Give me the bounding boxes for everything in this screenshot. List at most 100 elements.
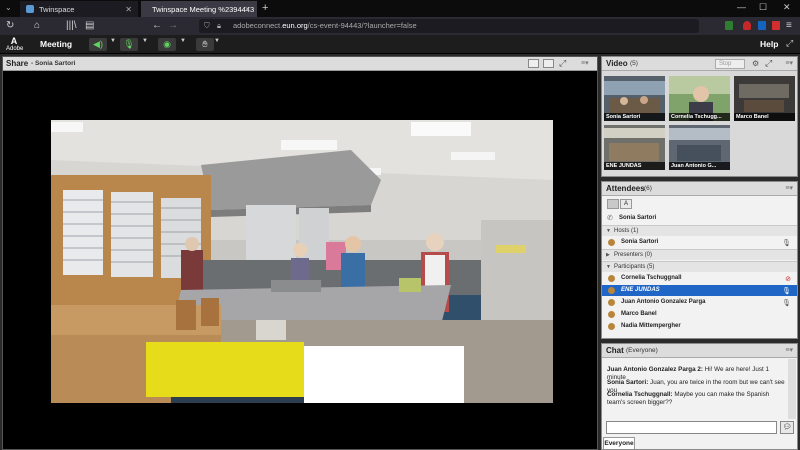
muted-microphone-icon: ⊘ bbox=[785, 276, 791, 283]
webcam-button[interactable]: ◉ bbox=[158, 38, 176, 51]
chat-tab-everyone[interactable]: Everyone bbox=[603, 437, 635, 449]
expand-triangle-icon: ▼ bbox=[606, 264, 611, 270]
video-thumbnail[interactable]: Sonia Sartori bbox=[604, 76, 665, 121]
send-message-button[interactable]: 💬︎ bbox=[780, 421, 794, 434]
share-pod-title: Share bbox=[6, 59, 29, 68]
help-menu[interactable]: Help bbox=[760, 39, 778, 49]
attendee-row[interactable]: Juan Antonio Gonzalez Parga 🎙︎ bbox=[602, 297, 797, 308]
sort-icon[interactable]: A bbox=[620, 199, 632, 209]
close-tab-icon[interactable]: ✕ bbox=[125, 5, 132, 14]
close-window-icon[interactable]: ✕ bbox=[783, 2, 791, 13]
browser-tab-twinspace[interactable]: Twinspace ✕ bbox=[20, 1, 138, 17]
view-mode-icon[interactable] bbox=[528, 59, 539, 68]
attendee-name: Cornelia Tschuggnall bbox=[621, 275, 682, 281]
video-expand-icon[interactable]: ⤢ bbox=[765, 58, 772, 69]
minimize-window-icon[interactable]: — bbox=[737, 2, 746, 12]
share-pod-header: Share - Sonia Sartori ⤢ ≡▾ bbox=[3, 57, 597, 71]
back-icon[interactable]: ← bbox=[152, 19, 162, 33]
extension-red-square-icon[interactable] bbox=[772, 21, 780, 30]
new-tab-icon[interactable]: + bbox=[262, 2, 268, 14]
tab-title: Twinspace Meeting %2394443 bbox=[152, 4, 255, 14]
chat-sender: Cornelia Tschuggnall: bbox=[607, 391, 673, 398]
tab-title: Twinspace bbox=[39, 4, 75, 14]
microphone-dropdown-icon[interactable]: ▼ bbox=[142, 38, 148, 44]
microphone-status-icon: 🎙︎ bbox=[782, 300, 791, 307]
tab-list-icon[interactable]: ⌄ bbox=[5, 3, 12, 12]
chat-input[interactable] bbox=[606, 421, 777, 434]
kitchen-classroom-image bbox=[51, 120, 553, 403]
attendee-row-selected[interactable]: ENE JUNDAS 🎙︎ bbox=[602, 285, 797, 296]
attendee-row[interactable]: Nadia Mittempergher bbox=[602, 321, 797, 332]
extension-green-icon[interactable] bbox=[725, 21, 733, 30]
list-view-icon[interactable] bbox=[607, 199, 619, 209]
fit-screen-icon[interactable] bbox=[543, 59, 554, 68]
fullscreen-icon[interactable]: ⤢ bbox=[786, 38, 793, 49]
maximize-window-icon[interactable]: ☐ bbox=[759, 2, 767, 13]
home-icon[interactable]: ⌂ bbox=[34, 19, 40, 33]
speaker-dropdown-icon[interactable]: ▼ bbox=[110, 38, 116, 44]
video-pod-menu-icon[interactable]: ≡▾ bbox=[785, 59, 793, 67]
microphone-button[interactable]: 🎙︎ bbox=[120, 38, 138, 51]
pod-menu-icon[interactable]: ≡▾ bbox=[581, 59, 589, 67]
my-name: Sonia Sartori bbox=[619, 215, 657, 221]
host-user-icon bbox=[608, 239, 615, 246]
raise-hand-button[interactable]: ✋︎ bbox=[196, 38, 214, 51]
video-thumbnail[interactable]: Marco Banel bbox=[734, 76, 795, 121]
video-thumbnail-label: Juan Antonio G... bbox=[669, 162, 730, 170]
video-pod: Video (5) Stop ⚙︎ ⤢ ≡▾ Sonia Sartori Cor… bbox=[601, 56, 798, 177]
video-count: (5) bbox=[630, 60, 638, 67]
microphone-status-icon: 🎙︎ bbox=[782, 288, 791, 295]
status-dropdown-icon[interactable]: ▼ bbox=[214, 38, 220, 44]
raise-hand-icon: ✋︎ bbox=[202, 39, 208, 49]
extension-red-icon[interactable] bbox=[743, 21, 751, 30]
video-thumbnail[interactable]: Juan Antonio G... bbox=[669, 125, 730, 170]
hosts-section[interactable]: ▼ Hosts (1) bbox=[602, 225, 797, 236]
chat-pod-menu-icon[interactable]: ≡▾ bbox=[785, 346, 793, 354]
browser-tab-meeting[interactable]: Twinspace Meeting %2394443 ✕ bbox=[141, 1, 257, 17]
expand-icon[interactable]: ⤢ bbox=[559, 58, 566, 69]
video-thumbnail[interactable]: ENE JUNDAS bbox=[604, 125, 665, 170]
close-tab-icon[interactable]: ✕ bbox=[244, 5, 251, 14]
meeting-menu[interactable]: Meeting bbox=[40, 39, 72, 49]
participant-user-icon bbox=[608, 311, 615, 318]
phone-icon: ✆ bbox=[607, 215, 613, 222]
forward-icon[interactable]: → bbox=[168, 19, 178, 33]
video-pod-header: Video (5) Stop ⚙︎ ⤢ ≡▾ bbox=[602, 57, 797, 71]
participants-section[interactable]: ▼ Participants (5) bbox=[602, 261, 797, 272]
browser-nav-bar: ↻ ⌂ |||\ ▤ ← → ⛉ 🔒︎ adobeconnect.eun.org… bbox=[0, 17, 800, 35]
twinspace-favicon-icon bbox=[26, 5, 34, 13]
participant-user-icon bbox=[608, 323, 615, 330]
video-thumbnail[interactable]: Cornelia Tschugg... bbox=[669, 76, 730, 121]
attendee-name: Nadia Mittempergher bbox=[621, 323, 681, 329]
print-icon[interactable]: ▤ bbox=[85, 19, 94, 33]
stop-video-button[interactable]: Stop bbox=[715, 59, 745, 69]
address-bar[interactable]: ⛉ 🔒︎ adobeconnect.eun.org/cs-event-94443… bbox=[199, 19, 699, 33]
participant-user-icon bbox=[608, 299, 615, 306]
extension-blue-icon[interactable] bbox=[758, 21, 766, 30]
attendees-pod-menu-icon[interactable]: ≡▾ bbox=[785, 184, 793, 192]
attendee-row[interactable]: Marco Banel bbox=[602, 309, 797, 320]
speech-bubble-icon: 💬︎ bbox=[782, 424, 792, 431]
video-settings-icon[interactable]: ⚙︎ bbox=[752, 59, 759, 68]
attendees-pod: Attendees (6) ≡▾ A ✆ Sonia Sartori ▼ Hos… bbox=[601, 181, 798, 339]
bookmarks-icon[interactable]: |||\ bbox=[66, 19, 77, 33]
chat-pod: Chat (Everyone) ≡▾ Juan Antonio Gonzalez… bbox=[601, 343, 798, 450]
connect-menu-bar: A Adobe Meeting ◀) ▼ 🎙︎ ▼ ◉ ▼ ✋︎ ▼ Help … bbox=[0, 35, 800, 54]
video-thumbnail-label: Marco Banel bbox=[734, 113, 795, 121]
speaker-button[interactable]: ◀) bbox=[89, 38, 107, 51]
attendee-row[interactable]: Sonia Sartori 🎙︎ bbox=[602, 237, 797, 248]
my-status-row[interactable]: ✆ Sonia Sartori bbox=[602, 213, 797, 224]
attendee-row[interactable]: Cornelia Tschuggnall ⊘ bbox=[602, 273, 797, 284]
reload-icon[interactable]: ↻ bbox=[6, 19, 14, 33]
presenters-section[interactable]: ▶ Presenters (0) bbox=[602, 249, 797, 260]
shield-icon[interactable]: ⛉ bbox=[204, 19, 210, 33]
chat-scrollbar[interactable] bbox=[788, 359, 796, 419]
lock-icon[interactable]: 🔒︎ bbox=[217, 19, 221, 33]
app-menu-icon[interactable]: ≡ bbox=[786, 19, 792, 33]
hosts-label: Hosts (1) bbox=[614, 228, 639, 234]
adobe-logo: A Adobe bbox=[6, 36, 23, 53]
shared-video-frame bbox=[51, 120, 553, 403]
chat-message: Cornelia Tschuggnall: Maybe you can make… bbox=[607, 391, 787, 407]
chat-sender: Juan Antonio Gonzalez Parga 2: bbox=[607, 366, 703, 373]
webcam-dropdown-icon[interactable]: ▼ bbox=[180, 38, 186, 44]
